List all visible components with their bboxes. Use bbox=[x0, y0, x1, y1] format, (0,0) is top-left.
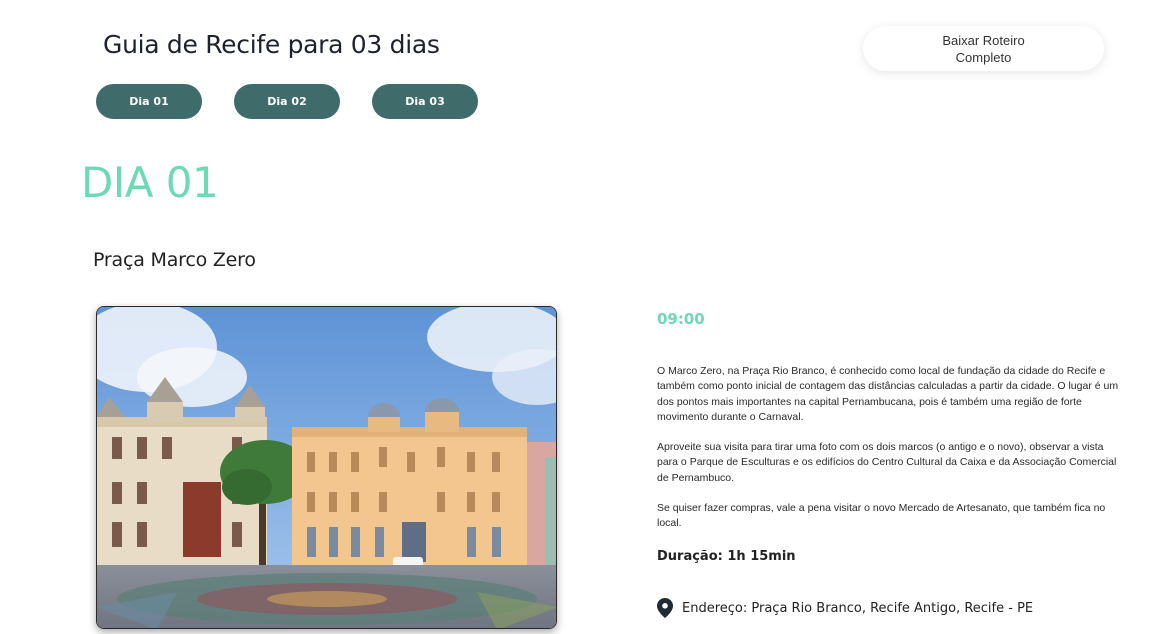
place-description: O Marco Zero, na Praça Rio Branco, é con… bbox=[657, 364, 1127, 547]
map-pin-icon bbox=[657, 598, 673, 618]
description-paragraph: Aproveite sua visita para tirar uma foto… bbox=[657, 441, 1117, 484]
description-paragraph: O Marco Zero, na Praça Rio Branco, é con… bbox=[657, 365, 1119, 423]
tab-day-01[interactable]: Dia 01 bbox=[96, 84, 202, 119]
download-itinerary-button[interactable]: Baixar Roteiro Completo bbox=[863, 26, 1104, 71]
visit-duration: Duração: 1h 15min bbox=[657, 549, 796, 564]
page-title: Guia de Recife para 03 dias bbox=[103, 30, 440, 59]
tab-day-03[interactable]: Dia 03 bbox=[372, 84, 478, 119]
day-heading: DIA 01 bbox=[81, 158, 219, 207]
place-address: Endereço: Praça Rio Branco, Recife Antig… bbox=[657, 598, 1033, 618]
visit-time: 09:00 bbox=[657, 310, 705, 328]
day-tabs: Dia 01 Dia 02 Dia 03 bbox=[96, 84, 478, 119]
description-paragraph: Se quiser fazer compras, vale a pena vis… bbox=[657, 502, 1106, 530]
download-label-line1: Baixar Roteiro bbox=[942, 32, 1025, 48]
place-title: Praça Marco Zero bbox=[93, 249, 256, 271]
download-label-line2: Completo bbox=[955, 49, 1012, 65]
address-text: Endereço: Praça Rio Branco, Recife Antig… bbox=[682, 600, 1034, 616]
tab-day-02[interactable]: Dia 02 bbox=[234, 84, 340, 119]
place-photo bbox=[96, 306, 557, 629]
